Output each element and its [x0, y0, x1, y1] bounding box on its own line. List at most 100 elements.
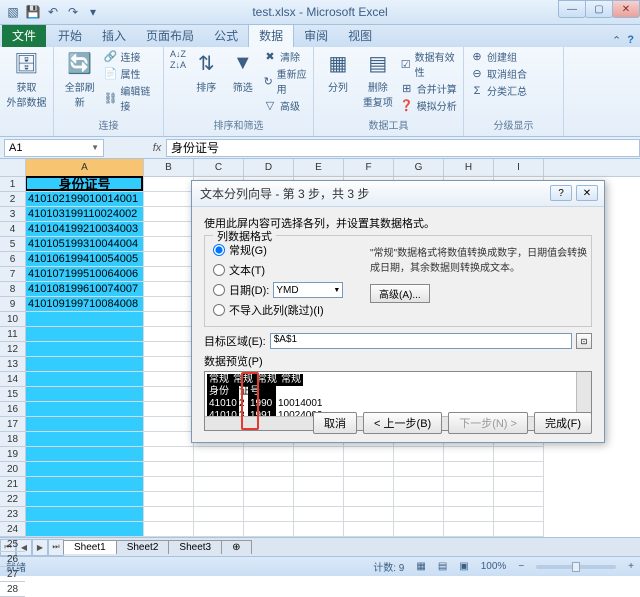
cell[interactable] [144, 207, 194, 222]
new-sheet-button[interactable]: ⊕ [221, 540, 251, 554]
row-header[interactable]: 7 [0, 267, 25, 282]
cell[interactable] [26, 327, 144, 342]
cell[interactable] [144, 462, 194, 477]
cell[interactable] [194, 447, 244, 462]
qat-more-icon[interactable]: ▾ [84, 3, 102, 21]
row-header[interactable]: 16 [0, 402, 25, 417]
tab-layout[interactable]: 页面布局 [136, 24, 204, 47]
cell[interactable] [26, 312, 144, 327]
cell[interactable] [494, 477, 544, 492]
col-header[interactable]: D [244, 159, 294, 176]
close-button[interactable]: ✕ [612, 0, 640, 18]
ungroup-button[interactable]: ⊖取消组合 [470, 66, 527, 81]
cell[interactable] [244, 507, 294, 522]
row-header[interactable]: 9 [0, 297, 25, 312]
row-header[interactable]: 1 [0, 177, 25, 192]
col-header[interactable]: A [26, 159, 144, 176]
cell[interactable] [444, 507, 494, 522]
select-all-corner[interactable] [0, 159, 25, 177]
cell[interactable] [394, 447, 444, 462]
cell[interactable] [144, 267, 194, 282]
cancel-button[interactable]: 取消 [313, 412, 357, 434]
cell[interactable] [394, 462, 444, 477]
data-validation-button[interactable]: ☑数据有效性 [400, 49, 457, 79]
cell[interactable] [26, 342, 144, 357]
cell[interactable] [144, 177, 194, 192]
cell[interactable] [344, 447, 394, 462]
undo-icon[interactable]: ↶ [44, 3, 62, 21]
advanced-button[interactable]: 高级(A)... [370, 284, 430, 303]
name-box[interactable]: A1▼ [4, 139, 104, 157]
row-header[interactable]: 25 [0, 537, 25, 552]
row-header[interactable]: 24 [0, 522, 25, 537]
cell[interactable] [294, 447, 344, 462]
cell[interactable] [344, 462, 394, 477]
cell[interactable] [344, 477, 394, 492]
row-header[interactable]: 4 [0, 222, 25, 237]
excel-icon[interactable]: ▧ [4, 3, 22, 21]
cell[interactable] [144, 222, 194, 237]
cell[interactable] [144, 282, 194, 297]
tab-data[interactable]: 数据 [248, 23, 294, 47]
sort-button[interactable]: ⇅排序 [190, 49, 222, 94]
cell[interactable] [26, 507, 144, 522]
cell[interactable] [344, 522, 394, 537]
cell[interactable] [494, 507, 544, 522]
zoom-slider[interactable] [536, 565, 616, 569]
cell[interactable] [494, 492, 544, 507]
sheet-tab-2[interactable]: Sheet2 [116, 540, 170, 554]
row-header[interactable]: 11 [0, 327, 25, 342]
cell[interactable] [26, 447, 144, 462]
cell[interactable] [144, 192, 194, 207]
whatif-button[interactable]: ❓模拟分析 [400, 98, 457, 113]
edit-links-button[interactable]: ⛓编辑链接 [103, 83, 157, 113]
cell[interactable] [394, 522, 444, 537]
subtotal-button[interactable]: Σ分类汇总 [470, 83, 527, 98]
sheet-nav-next[interactable]: ▶ [32, 539, 48, 556]
cell[interactable] [26, 402, 144, 417]
cell[interactable] [494, 447, 544, 462]
cell[interactable] [194, 507, 244, 522]
cell[interactable]: 410107199510064006 [26, 267, 144, 282]
sheet-tab-1[interactable]: Sheet1 [63, 540, 117, 554]
cell[interactable]: 410109199710084008 [26, 297, 144, 312]
save-icon[interactable]: 💾 [24, 3, 42, 21]
cell[interactable] [26, 432, 144, 447]
col-header[interactable]: G [394, 159, 444, 176]
row-header[interactable]: 27 [0, 567, 25, 582]
cell[interactable] [444, 522, 494, 537]
cell[interactable] [494, 462, 544, 477]
cell[interactable] [244, 462, 294, 477]
tab-view[interactable]: 视图 [338, 24, 382, 47]
cell[interactable]: 410103199110024002 [26, 207, 144, 222]
cell[interactable] [144, 447, 194, 462]
file-tab[interactable]: 文件 [2, 24, 46, 47]
cell[interactable] [294, 492, 344, 507]
row-header[interactable]: 26 [0, 552, 25, 567]
tab-review[interactable]: 审阅 [294, 24, 338, 47]
row-header[interactable]: 13 [0, 357, 25, 372]
cell[interactable] [26, 462, 144, 477]
refresh-all-button[interactable]: 🔄全部刷新 [60, 49, 99, 109]
row-header[interactable]: 12 [0, 342, 25, 357]
cell[interactable] [26, 417, 144, 432]
row-header[interactable]: 2 [0, 192, 25, 207]
connections-button[interactable]: 🔗连接 [103, 49, 157, 64]
cell[interactable] [244, 522, 294, 537]
range-select-button[interactable]: ⊡ [576, 333, 592, 349]
tab-insert[interactable]: 插入 [92, 24, 136, 47]
text-to-columns-button[interactable]: ▦分列 [320, 49, 356, 94]
col-header[interactable]: I [494, 159, 544, 176]
row-header[interactable]: 23 [0, 507, 25, 522]
clear-button[interactable]: ✖清除 [263, 49, 307, 64]
zoom-out-button[interactable]: − [518, 561, 524, 572]
cell[interactable] [244, 447, 294, 462]
fx-icon[interactable]: fx [148, 142, 166, 154]
cell[interactable] [144, 522, 194, 537]
sheet-tab-3[interactable]: Sheet3 [168, 540, 222, 554]
cell[interactable] [194, 462, 244, 477]
row-header[interactable]: 22 [0, 492, 25, 507]
minimize-button[interactable]: — [558, 0, 586, 18]
help-icon[interactable]: ? [627, 34, 634, 47]
row-header[interactable]: 5 [0, 237, 25, 252]
